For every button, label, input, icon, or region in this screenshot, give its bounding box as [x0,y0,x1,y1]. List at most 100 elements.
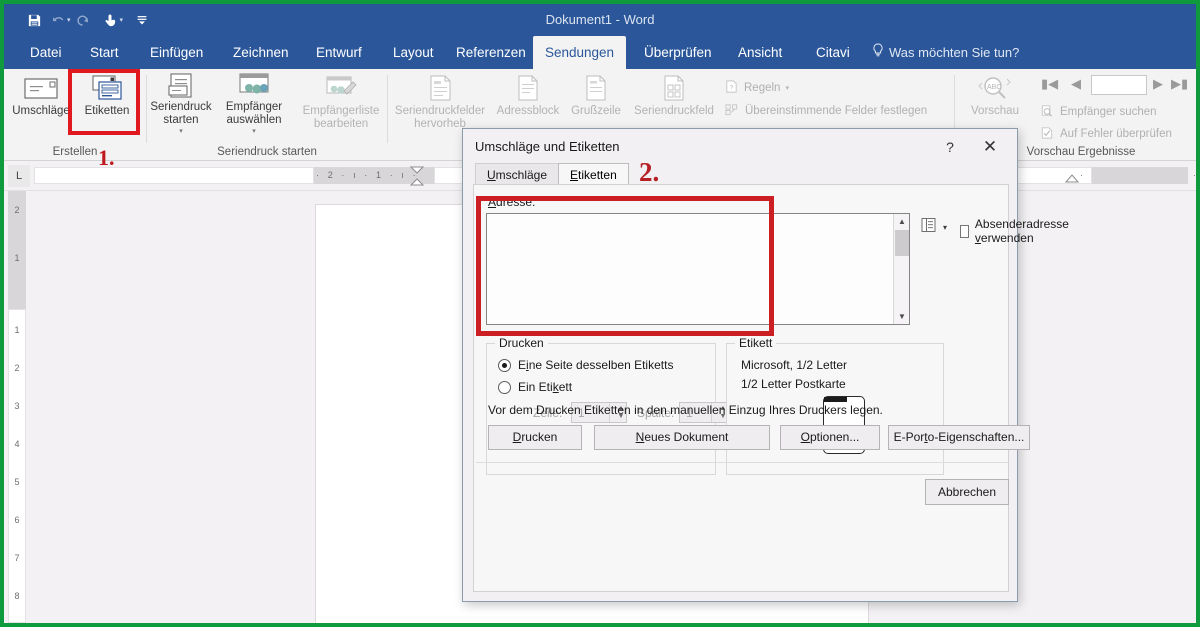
dialog-tab-strip: UUmschlägemschläge EEtikettentiketten [475,163,628,185]
button-umschlaege-label: Umschläge [12,105,70,118]
vertical-ruler[interactable]: 2 1 1 2 3 4 5 6 7 8 [8,191,28,623]
button-optionen[interactable]: Optionen... [780,425,880,450]
match-fields-icon [724,102,740,120]
highlight-box-etiketten [68,69,140,135]
next-record-icon[interactable]: ▶ [1153,76,1163,92]
ruler-ticks-left: · 2 · ı · 1 · ı · [316,167,419,184]
tab-ueberpruefen[interactable]: Überprüfen [632,36,724,69]
ribbon-group-label-seriendruck-starten: Seriendruck starten [147,146,387,158]
dialog-tab-umschlaege[interactable]: UUmschlägemschläge [475,163,559,185]
redo-icon[interactable] [71,8,95,32]
button-grusszeile-label: Grußzeile [571,105,621,118]
button-seriendruck-starten[interactable]: Seriendruck starten ▾ [147,71,215,137]
button-seriendruck-starten-label: Seriendruck starten [150,101,211,126]
vruler-tick: 4 [8,439,26,449]
scroll-down-icon[interactable]: ▼ [894,309,910,324]
button-eporto-eigenschaften[interactable]: E-Porto-Eigenschaften... [888,425,1030,450]
tab-einfuegen[interactable]: Einfügen [138,36,215,69]
button-regeln-label: Regeln [744,82,780,94]
ribbon-tab-strip: Datei Start Einfügen Zeichnen Entwurf La… [4,36,1196,69]
address-block-icon [512,71,544,105]
svg-text:ABC: ABC [987,84,1001,91]
chevron-down-icon[interactable]: ▾ [943,223,947,232]
radio-dot[interactable] [498,359,511,372]
checkbox-absenderadresse-label: Absenderadresse verwenden [975,217,1073,245]
radio-dot[interactable] [498,381,511,394]
envelope-icon [21,71,61,105]
group-etikett-title: Etikett [735,336,776,350]
address-scrollbar[interactable]: ▲ ▼ [893,214,909,324]
button-empfaengerliste-bearbeiten-label: Empfängerliste bearbeiten [303,105,380,130]
dialog-tab-etiketten[interactable]: EEtikettentiketten [558,163,629,185]
button-empfaenger-auswaehlen[interactable]: Empfänger auswählen ▾ [215,71,293,137]
scrollbar-thumb[interactable] [895,230,909,256]
rules-icon: ? [724,79,739,97]
tab-datei[interactable]: Datei [18,36,74,69]
address-book-button[interactable]: ▾ [920,217,947,238]
radio-ein-etikett-label: Ein Etikett [518,380,572,394]
lightbulb-icon [872,36,884,69]
button-auf-fehler-ueberpruefen-label: Auf Fehler überprüfen [1060,128,1172,140]
insert-merge-field-icon [658,71,690,105]
button-neues-dokument[interactable]: Neues Dokument [594,425,770,450]
vruler-tick: 6 [8,515,26,525]
tab-citavi[interactable]: Citavi [804,36,862,69]
step-1-marker: 1. [98,145,115,171]
last-record-icon[interactable]: ▶▮ [1171,76,1188,92]
tab-zeichnen[interactable]: Zeichnen [221,36,301,69]
record-number-input[interactable] [1091,75,1147,95]
tab-referenzen[interactable]: Referenzen [444,36,538,69]
vruler-tick: 2 [8,205,26,215]
tab-layout[interactable]: Layout [381,36,446,69]
vruler-tick: 2 [8,363,26,373]
button-auf-fehler-ueberpruefen[interactable]: Auf Fehler überprüfen [1039,125,1172,143]
highlight-merge-fields-icon [423,71,457,105]
tab-ansicht[interactable]: Ansicht [726,36,794,69]
button-empfaenger-auswaehlen-label: Empfänger auswählen [226,101,282,126]
label-vendor: Microsoft, 1/2 Letter [741,358,847,372]
printer-hint-text: Vor dem Drucken Etiketten in den manuell… [488,403,883,417]
vruler-tick: 8 [8,591,26,601]
tab-selector-button[interactable]: L [8,165,30,187]
button-empfaenger-suchen[interactable]: Empfänger suchen [1039,103,1157,121]
scroll-up-icon[interactable]: ▲ [894,214,910,229]
highlight-box-adresse [476,196,774,336]
checkbox-absenderadresse-verwenden[interactable]: Absenderadresse verwenden [960,217,1073,245]
button-seriendruckfelder-hervorheben-label: Seriendruckfelder hervorheb [395,105,485,130]
customize-qat-icon[interactable] [130,8,154,32]
ribbon-group-label-erstellen: Erstellen [4,146,146,158]
button-regeln[interactable]: ? Regeln ▾ [724,79,789,97]
tab-start[interactable]: Start [78,36,131,69]
vruler-tick: 3 [8,401,26,411]
vruler-tick: 7 [8,553,26,563]
button-abbrechen[interactable]: Abbrechen [925,479,1009,505]
radio-ein-etikett[interactable]: Ein Etikett [498,380,572,394]
prev-record-icon[interactable]: ◀ [1071,76,1081,92]
vruler-tick: 1 [8,253,26,263]
dialog-separator [476,462,1008,463]
first-record-icon[interactable]: ▮◀ [1041,76,1058,92]
tell-me-label: Was möchten Sie tun? [889,36,1019,69]
button-empfaengerliste-bearbeiten[interactable]: Empfängerliste bearbeiten [295,71,387,137]
checkbox-box[interactable] [960,225,969,238]
close-icon[interactable]: ✕ [977,135,1003,159]
document-title: Dokument1 - Word [4,4,1196,36]
help-icon[interactable]: ? [937,135,963,159]
radio-eine-seite-label: Eine Seite desselben Etiketts [518,358,673,372]
ribbon-group-seriendruck-starten: Seriendruck starten ▾ Empfänger auswähle… [147,69,387,161]
button-umschlaege[interactable]: Umschläge [8,71,74,137]
find-recipient-icon [1039,103,1055,121]
touch-dropdown-icon[interactable]: ▾ [120,16,124,24]
tab-sendungen[interactable]: Sendungen [533,36,626,69]
radio-eine-seite-desselben-etiketts[interactable]: Eine Seite desselben Etiketts [498,358,673,372]
button-seriendruckfeld-label: Seriendruckfeld [634,105,714,118]
check-errors-icon [1039,125,1055,143]
button-drucken[interactable]: Drucken [488,425,582,450]
save-icon[interactable] [22,8,46,32]
button-uebereinstimmende-felder[interactable]: Übereinstimmende Felder festlegen [724,102,927,120]
tell-me-box[interactable]: Was möchten Sie tun? [872,36,1019,69]
tab-entwurf[interactable]: Entwurf [304,36,374,69]
right-indent-marker-icon [1064,173,1080,185]
select-recipients-icon [233,71,275,101]
vruler-tick: 5 [8,477,26,487]
